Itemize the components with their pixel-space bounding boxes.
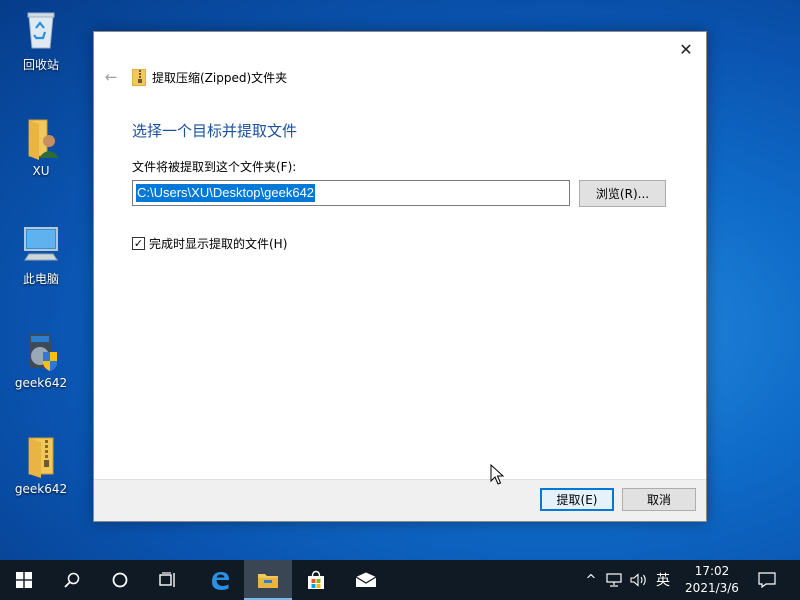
dialog-footer: 提取(E) 取消 [94,479,706,521]
desktop-icon-label: geek642 [14,482,68,496]
desktop-icon-zip-folder[interactable]: geek642 [8,434,74,496]
recycle-bin-icon [19,8,63,52]
back-arrow-icon: ← [104,68,118,86]
close-icon: ✕ [679,39,693,59]
notification-icon [758,572,776,588]
checkmark-icon: ✓ [133,237,144,250]
cancel-button[interactable]: 取消 [622,488,696,511]
dialog-title: 提取压缩(Zipped)文件夹 [132,69,287,86]
browse-button[interactable]: 浏览(R)... [579,180,666,207]
destination-path-input[interactable]: C:\Users\XU\Desktop\geek642 [132,180,570,206]
windows-logo-icon [16,572,32,588]
show-files-checkbox[interactable]: ✓ [132,237,145,250]
task-view-icon [159,572,175,587]
extract-zip-dialog: ✕ ← 提取压缩(Zipped)文件夹 选择一个目标并提取文件 文件将被提取到这… [93,31,707,522]
store-icon [308,570,324,589]
search-icon [64,572,80,588]
clock-date: 2021/3/6 [685,581,739,595]
zip-folder-icon [19,434,63,478]
clock-time: 17:02 [694,564,730,578]
desktop-icon-label: geek642 [14,376,68,390]
start-button[interactable] [0,560,48,600]
file-explorer-icon [258,574,278,588]
desktop-icon-this-pc[interactable]: 此电脑 [8,222,74,287]
computer-icon [19,222,63,266]
network-button[interactable] [603,560,625,600]
chevron-up-icon: ^ [585,572,597,588]
volume-button[interactable] [627,560,651,600]
show-hidden-icons-button[interactable]: ^ [580,560,602,600]
user-folder-icon [19,116,63,160]
mail-icon [355,572,377,587]
input-method-indicator[interactable]: 英 [651,560,675,600]
desktop-icon-label: 回收站 [22,58,59,72]
network-icon [606,573,622,587]
zip-folder-icon [132,69,146,86]
file-explorer-button[interactable] [244,560,292,600]
extract-button[interactable]: 提取(E) [540,488,614,511]
cortana-button[interactable] [96,560,144,600]
notifications-button[interactable] [752,560,782,600]
desktop-icon-label: 此电脑 [22,272,59,286]
destination-label: 文件将被提取到这个文件夹(F): [132,160,297,174]
mail-button[interactable] [342,560,390,600]
destination-path-text: C:\Users\XU\Desktop\geek642 [136,184,316,202]
desktop-icon-installer[interactable]: geek642 [8,328,74,390]
speaker-icon [630,573,646,587]
cortana-icon [112,572,128,588]
desktop-icon-label: XU [32,164,50,178]
show-files-option[interactable]: ✓ 完成时显示提取的文件(H) [132,235,287,252]
task-view-button[interactable] [144,560,192,600]
edge-icon [212,572,229,590]
clock[interactable]: 17:02 2021/3/6 [680,563,744,597]
desktop-icon-recycle-bin[interactable]: 回收站 [8,8,74,73]
dialog-title-text: 提取压缩(Zipped)文件夹 [152,71,288,85]
close-button[interactable]: ✕ [674,38,698,60]
store-button[interactable] [292,560,340,600]
desktop-icon-user-folder[interactable]: XU [8,116,74,178]
installer-icon [19,328,63,372]
back-button[interactable]: ← [102,68,120,86]
edge-browser-button[interactable] [196,560,244,600]
mouse-cursor-icon [490,464,504,485]
search-button[interactable] [48,560,96,600]
taskbar: ^ 英 17:02 2021/3/6 [0,560,800,600]
dialog-heading: 选择一个目标并提取文件 [132,122,298,140]
show-files-label: 完成时显示提取的文件(H) [149,237,288,251]
